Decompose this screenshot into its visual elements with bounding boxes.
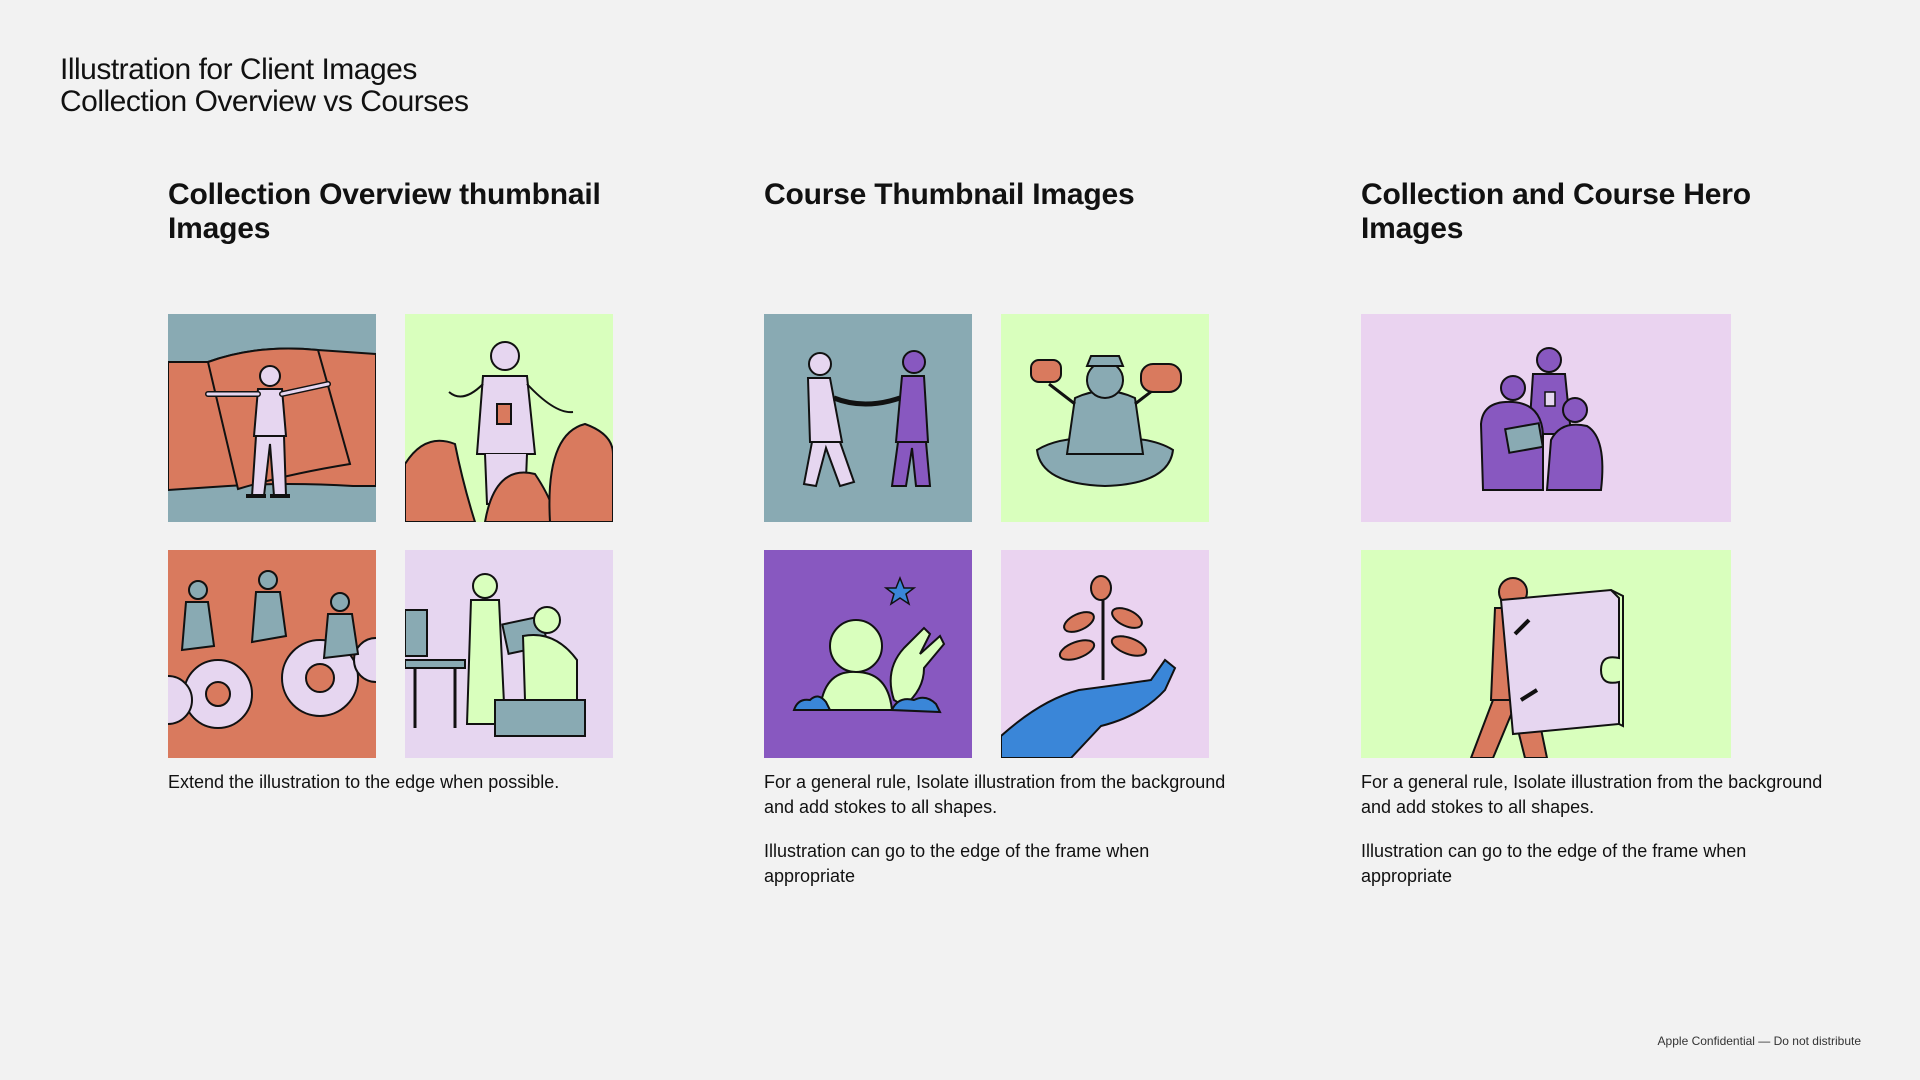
title-line-2: Collection Overview vs Courses — [60, 85, 469, 118]
description-paragraph: Extend the illustration to the edge when… — [168, 772, 560, 792]
column-title: Collection and Course Hero Images — [1361, 178, 1751, 245]
column-course-thumbnails: Course Thumbnail Images For a general ru… — [764, 178, 1234, 908]
coworkers-at-desk-illustration — [405, 550, 613, 758]
column-title: Course Thumbnail Images — [764, 178, 1135, 211]
column-description: Extend the illustration to the edge when… — [168, 770, 638, 795]
description-paragraph: For a general rule, Isolate illustration… — [1361, 772, 1823, 817]
thumbnail-grid — [764, 314, 1234, 770]
people-on-gears-illustration — [168, 550, 376, 758]
column-hero-images: Collection and Course Hero Images For a … — [1361, 178, 1831, 908]
description-paragraph: Illustration can go to the edge of the f… — [1361, 841, 1747, 886]
column-title: Collection Overview thumbnail Images — [168, 178, 601, 245]
description-paragraph: Illustration can go to the edge of the f… — [764, 841, 1150, 886]
document-title: Illustration for Client Images Collectio… — [60, 53, 469, 118]
person-carrying-puzzle-piece-illustration — [1361, 550, 1731, 758]
column-collection-overview: Collection Overview thumbnail Images Ext… — [168, 178, 638, 814]
confidentiality-notice: Apple Confidential — Do not distribute — [1657, 1034, 1861, 1048]
person-holding-banner-illustration — [168, 314, 376, 522]
two-people-handshake-illustration — [764, 314, 972, 522]
hero-image-stack — [1361, 314, 1831, 770]
title-line-1: Illustration for Client Images — [60, 53, 417, 86]
column-description: For a general rule, Isolate illustration… — [1361, 770, 1831, 889]
group-meeting-illustration — [1361, 314, 1731, 522]
hand-holding-plant-illustration — [1001, 550, 1209, 758]
thumbnail-grid — [168, 314, 638, 770]
seated-person-juggling-illustration — [1001, 314, 1209, 522]
presenter-with-audience-illustration — [405, 314, 613, 522]
column-description: For a general rule, Isolate illustration… — [764, 770, 1234, 889]
description-paragraph: For a general rule, Isolate illustration… — [764, 772, 1226, 817]
person-with-star-illustration — [764, 550, 972, 758]
